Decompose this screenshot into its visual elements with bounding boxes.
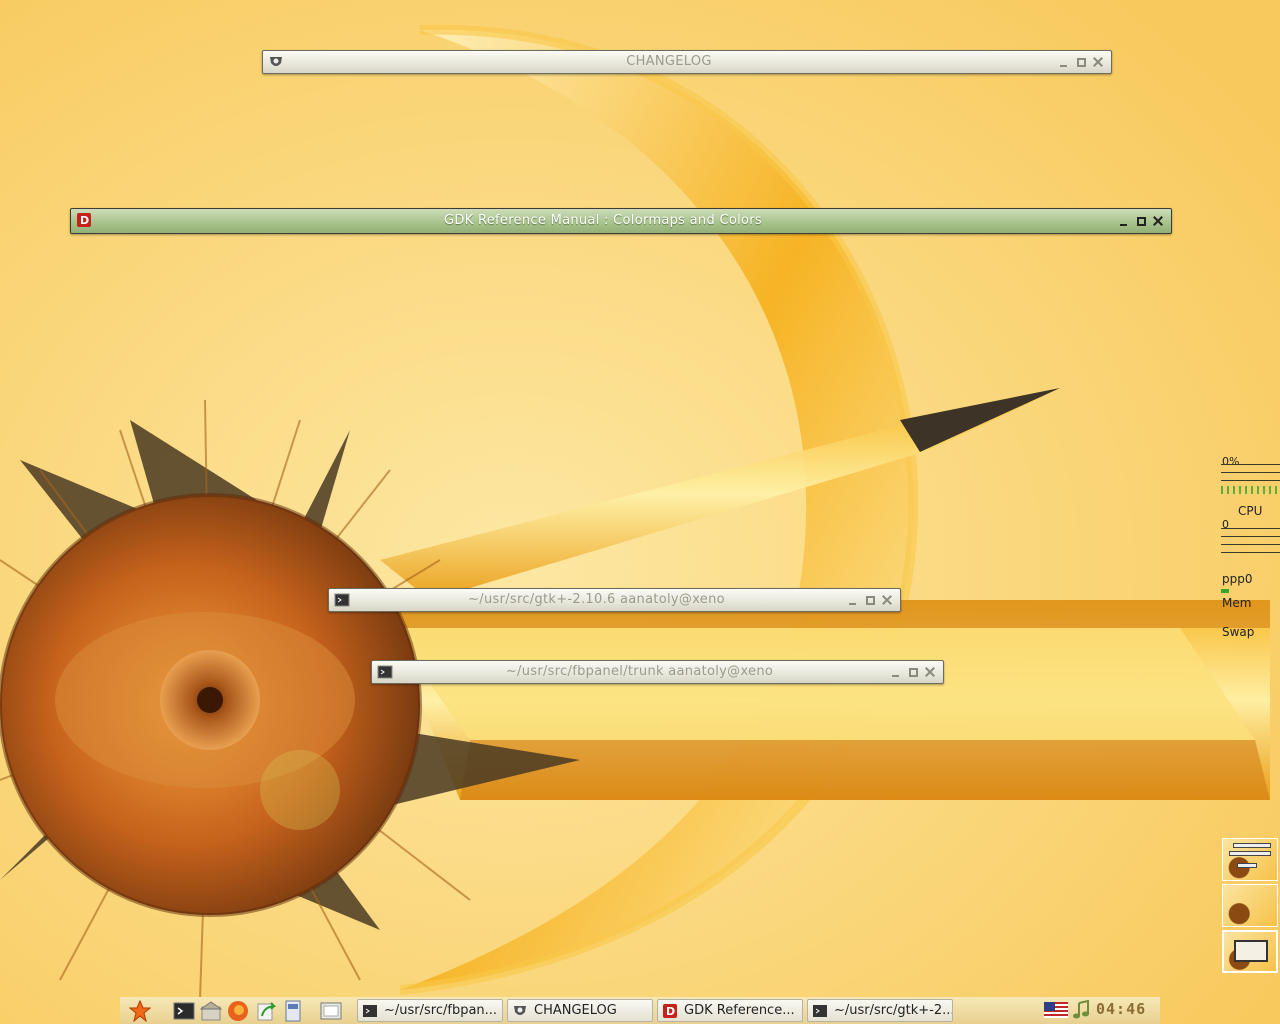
window-changelog[interactable]: CHANGELOG — [262, 50, 1112, 74]
swap-label: Swap — [1222, 625, 1255, 639]
devhelp-icon[interactable]: D — [76, 212, 92, 228]
us-flag-icon[interactable] — [1044, 1000, 1068, 1020]
firefox-icon[interactable] — [227, 1000, 249, 1022]
maximize-button[interactable] — [1134, 213, 1148, 229]
home-folder-icon[interactable] — [200, 1000, 222, 1022]
desktop-2[interactable] — [1222, 884, 1278, 927]
desktop-3[interactable] — [1222, 930, 1278, 973]
window-gdk-reference[interactable]: D GDK Reference Manual : Colormaps and C… — [70, 208, 1172, 234]
cpu-label: CPU — [1238, 504, 1263, 518]
window-terminal-gtk[interactable]: ~/usr/src/gtk+-2.10.6 aanatoly@xeno — [328, 588, 901, 612]
bottom-panel: ~/usr/src/fbpan... CHANGELOG D GDK Refer… — [120, 997, 1160, 1024]
net-value: 0 — [1222, 518, 1229, 531]
net-graph — [1221, 589, 1229, 593]
task-label: GDK Reference... — [684, 1003, 795, 1018]
arrow-launcher-icon[interactable] — [256, 1000, 278, 1022]
maximize-button[interactable] — [1074, 54, 1088, 70]
cpu-graph — [1221, 486, 1279, 494]
mem-label: Mem — [1222, 596, 1252, 610]
terminal-icon — [813, 1005, 827, 1017]
gnome-foot-icon — [514, 1006, 526, 1015]
music-note-icon[interactable] — [1071, 1000, 1091, 1020]
desktop-pager — [1222, 838, 1280, 974]
devhelp-icon: D — [663, 1004, 677, 1018]
net-label: ppp0 — [1222, 572, 1253, 586]
terminal-icon[interactable] — [173, 1000, 195, 1022]
task-label: CHANGELOG — [534, 1003, 617, 1018]
svg-text:D: D — [666, 1005, 675, 1018]
task-button[interactable]: ~/usr/src/fbpan... — [357, 999, 503, 1022]
window-title: GDK Reference Manual : Colormaps and Col… — [444, 213, 762, 228]
file-manager-icon[interactable] — [282, 1000, 304, 1022]
close-button[interactable] — [1151, 213, 1165, 229]
task-button[interactable]: ~/usr/src/gtk+-2.... — [807, 999, 953, 1022]
close-button[interactable] — [880, 592, 894, 608]
maximize-button[interactable] — [906, 664, 920, 680]
maximize-button[interactable] — [863, 592, 877, 608]
desktop-1[interactable] — [1222, 838, 1278, 881]
close-button[interactable] — [923, 664, 937, 680]
svg-text:D: D — [80, 214, 89, 227]
minimize-button[interactable] — [846, 592, 860, 608]
minimize-button[interactable] — [1057, 54, 1071, 70]
minimize-button[interactable] — [1117, 213, 1131, 229]
close-button[interactable] — [1091, 54, 1105, 70]
window-terminal-fbpanel[interactable]: ~/usr/src/fbpanel/trunk aanatoly@xeno — [371, 660, 944, 684]
system-monitors: 0% CPU 0 ppp0 Mem Swap — [1218, 452, 1280, 647]
task-label: ~/usr/src/gtk+-2.... — [834, 1003, 953, 1018]
terminal-icon — [363, 1005, 377, 1017]
task-button[interactable]: D GDK Reference... — [657, 999, 803, 1022]
window-title: ~/usr/src/gtk+-2.10.6 aanatoly@xeno — [468, 592, 725, 607]
clock[interactable]: 04:46 — [1096, 1000, 1146, 1018]
window-title: CHANGELOG — [626, 54, 712, 69]
window-title: ~/usr/src/fbpanel/trunk aanatoly@xeno — [505, 664, 774, 679]
terminal-icon[interactable] — [334, 592, 350, 608]
menu-star-icon[interactable] — [129, 1000, 151, 1022]
cpu-percent: 0% — [1222, 455, 1240, 468]
task-label: ~/usr/src/fbpan... — [384, 1003, 498, 1018]
minimize-button[interactable] — [889, 664, 903, 680]
terminal-icon[interactable] — [377, 664, 393, 680]
gnome-foot-icon[interactable] — [268, 54, 284, 70]
task-button[interactable]: CHANGELOG — [507, 999, 653, 1022]
show-desktop-icon[interactable] — [320, 1000, 342, 1022]
desktop-wallpaper — [0, 0, 1280, 1024]
